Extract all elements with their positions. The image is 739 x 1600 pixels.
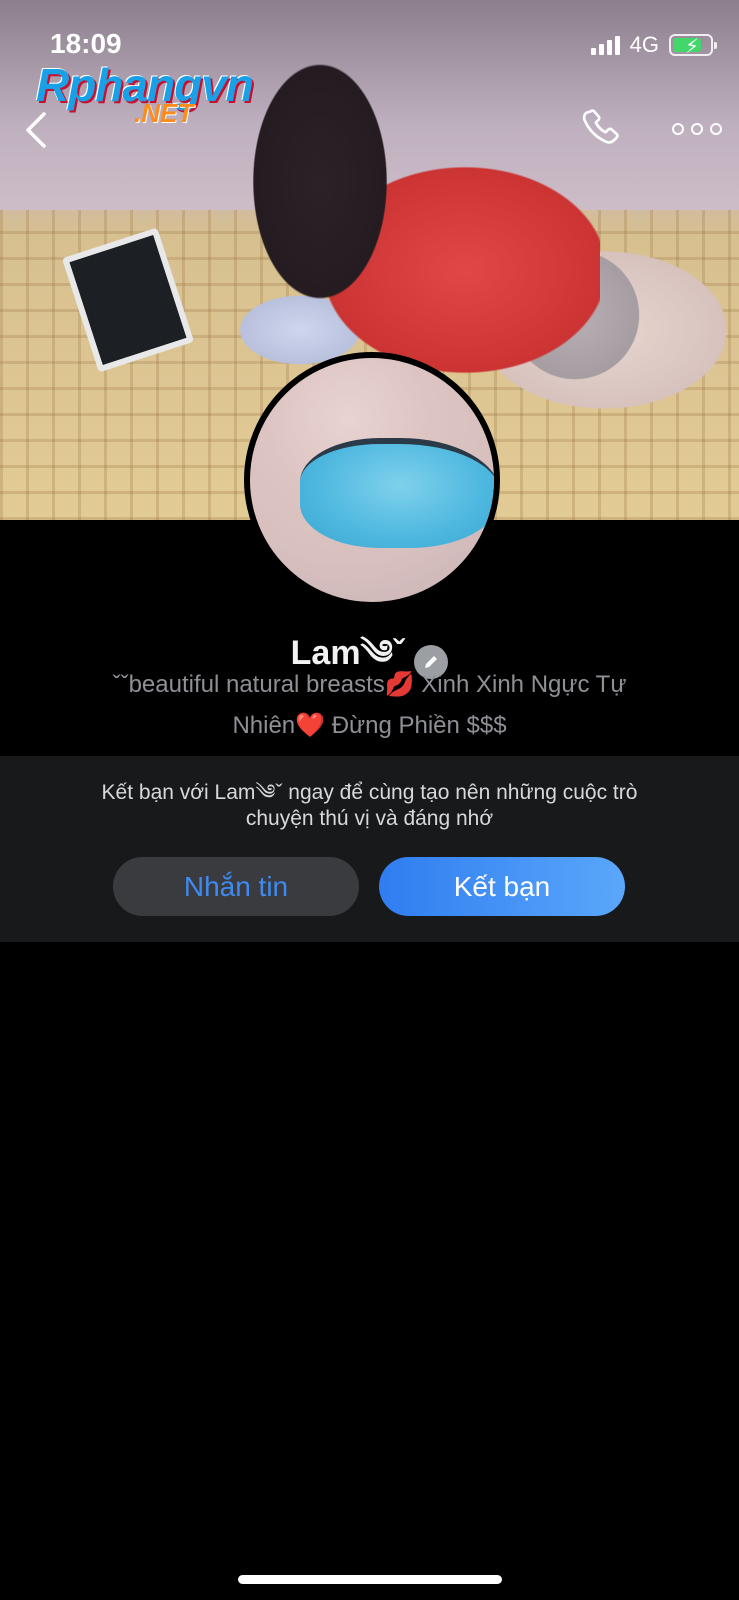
chevron-left-icon: [26, 112, 46, 148]
battery-icon: ⚡: [669, 34, 717, 58]
more-dot: [672, 123, 684, 135]
bio-line-2: Nhiên❤️ Đừng Phiền $$$: [232, 712, 507, 739]
prompt-line-1: Kết bạn với Lam༄ˇ ngay để cùng tạo nên n…: [101, 781, 638, 804]
prompt-line-2: chuyện thú vị và đáng nhớ: [245, 807, 494, 830]
avatar-photo-content: [300, 438, 494, 548]
more-button[interactable]: [672, 114, 722, 144]
bio-line-1: ˇˇbeautiful natural breasts💋 Xinh Xinh N…: [112, 671, 627, 698]
watermark-suffix: .NET: [134, 98, 194, 128]
message-button[interactable]: Nhắn tin: [113, 857, 359, 916]
more-dot: [710, 123, 722, 135]
home-indicator[interactable]: [238, 1575, 502, 1584]
avatar[interactable]: [244, 352, 500, 608]
add-friend-panel: Kết bạn với Lam༄ˇ ngay để cùng tạo nên n…: [0, 756, 739, 942]
back-button[interactable]: [20, 108, 56, 152]
cover-tablet: [61, 227, 195, 373]
add-friend-prompt: Kết bạn với Lam༄ˇ ngay để cùng tạo nên n…: [40, 780, 699, 832]
profile-bio: ˇˇbeautiful natural breasts💋 Xinh Xinh N…: [40, 664, 699, 746]
status-indicators: 4G ⚡: [590, 32, 717, 58]
more-dot: [691, 123, 703, 135]
phone-icon: [582, 109, 619, 144]
add-friend-button[interactable]: Kết bạn: [379, 857, 625, 916]
status-time: 18:09: [50, 28, 122, 59]
network-type: 4G: [629, 32, 659, 57]
watermark-logo: Rphangvn .NET: [36, 58, 266, 128]
signal-icon: [590, 35, 620, 55]
call-button[interactable]: [578, 106, 624, 152]
